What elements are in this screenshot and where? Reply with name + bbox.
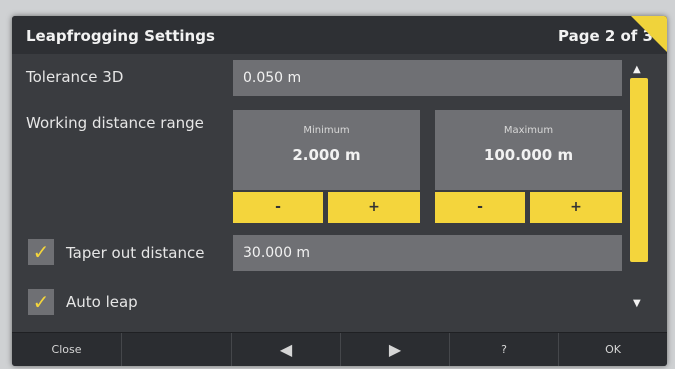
taper-distance-field[interactable]: 30.000 m [233, 235, 622, 271]
arrow-right-icon: ▶ [388, 340, 402, 359]
header-bar: Leapfrogging Settings Page 2 of 3 [12, 16, 667, 54]
next-button[interactable]: ▶ [341, 333, 450, 366]
taper-checkbox[interactable]: ✓ [28, 239, 54, 265]
auto-leap-checkbox[interactable]: ✓ [28, 289, 54, 315]
maximum-value: 100.000 m [483, 146, 574, 164]
tolerance-label: Tolerance 3D [26, 68, 124, 86]
close-button[interactable]: Close [12, 333, 122, 366]
minimum-distance-field[interactable]: Minimum 2.000 m [233, 110, 420, 190]
footer-bar: Close ◀ ▶ ? OK [12, 332, 667, 366]
previous-button[interactable]: ◀ [232, 333, 341, 366]
scroll-down-icon[interactable]: ▼ [633, 298, 641, 309]
scroll-thumb[interactable] [630, 78, 648, 262]
taper-label: Taper out distance [66, 244, 205, 262]
empty-softkey [122, 333, 232, 366]
minimum-increment-button[interactable]: + [328, 192, 420, 223]
corner-marker [631, 16, 667, 52]
maximum-decrement-button[interactable]: - [435, 192, 525, 223]
page-title: Leapfrogging Settings [26, 27, 215, 45]
minimum-decrement-button[interactable]: - [233, 192, 323, 223]
working-distance-label: Working distance range [26, 114, 204, 132]
auto-leap-label: Auto leap [66, 293, 138, 311]
maximum-caption: Maximum [503, 125, 554, 136]
scrollbar[interactable]: ▲ ▼ [626, 64, 652, 334]
maximum-distance-field[interactable]: Maximum 100.000 m [435, 110, 622, 190]
minimum-value: 2.000 m [292, 146, 361, 164]
maximum-increment-button[interactable]: + [530, 192, 622, 223]
tolerance-field[interactable]: 0.050 m [233, 60, 622, 96]
settings-screen: Leapfrogging Settings Page 2 of 3 Tolera… [12, 16, 667, 366]
scroll-up-icon[interactable]: ▲ [633, 64, 641, 75]
arrow-left-icon: ◀ [279, 340, 293, 359]
ok-button[interactable]: OK [559, 333, 667, 366]
help-button[interactable]: ? [450, 333, 559, 366]
minimum-caption: Minimum [303, 125, 350, 136]
